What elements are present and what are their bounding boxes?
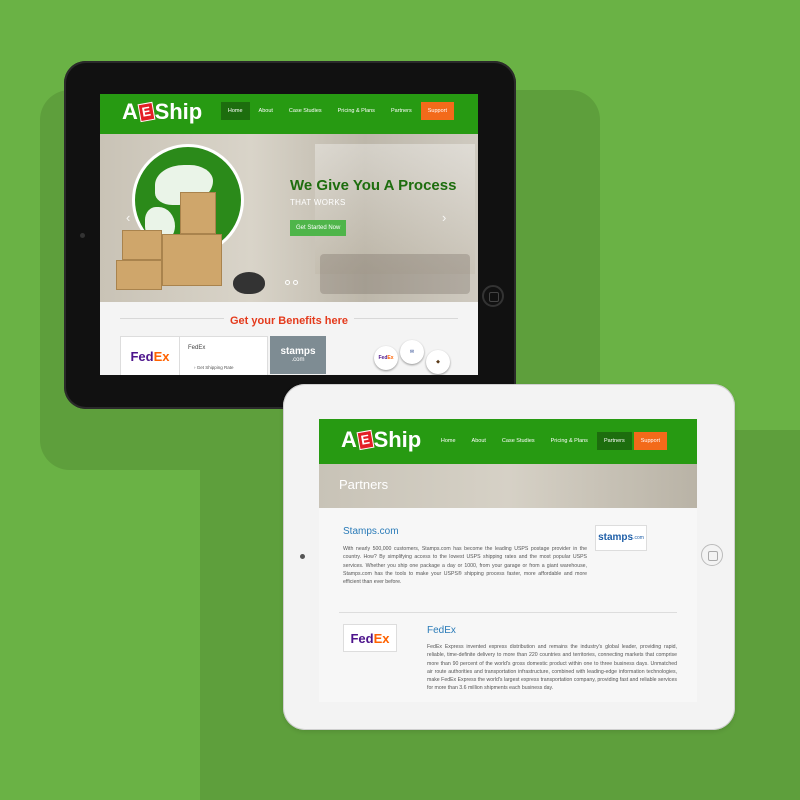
camera-icon: [80, 233, 85, 238]
fedex-logo-fed: Fed: [350, 630, 374, 646]
fedex-logo-ex: Ex: [373, 630, 390, 646]
stamps-logo-text: stamps: [598, 532, 634, 543]
divider: [339, 612, 677, 613]
nav-home[interactable]: Home: [220, 102, 250, 120]
site-header: A E Ship Home About Case Studies Pricing &…: [100, 94, 478, 134]
package-box-icon: [116, 260, 162, 290]
stamps-logo-dotcom: .com: [633, 535, 644, 541]
benefits-section: Get your Benefits here FedEx FedEx › Get…: [100, 302, 478, 375]
home-button-icon: [701, 544, 723, 566]
stamps-logo-dotcom: .com: [291, 356, 305, 363]
logo-letter-a: A: [341, 427, 357, 452]
stamps-logo-text: stamps: [280, 345, 316, 357]
package-box-icon: [162, 234, 222, 286]
tablet-screen-partners: A E Ship Home About Case Studies Pricing &…: [319, 419, 697, 702]
computer-mouse-icon: [233, 272, 265, 294]
tablet-screen-home: A E Ship Home About Case Studies Pricing &…: [100, 94, 478, 375]
fedex-ball-icon: FedEx: [374, 346, 398, 370]
stamps-logo[interactable]: stamps .com: [595, 525, 647, 551]
site-header: A E Ship Home About Case Studies Pricing &…: [319, 419, 697, 464]
camera-icon: [300, 554, 305, 559]
benefits-heading: Get your Benefits here: [100, 311, 478, 329]
hero-title: We Give You A Process: [290, 177, 457, 194]
hero-slider: We Give You A Process THAT WORKS Get Sta…: [100, 134, 478, 302]
ups-ball-icon: ◆: [426, 350, 450, 374]
slider-dot[interactable]: [285, 280, 290, 285]
main-nav: Home About Case Studies Pricing & Plans …: [219, 102, 454, 120]
partner-title-stamps: Stamps.com: [343, 526, 399, 537]
home-button-icon: [482, 285, 504, 307]
slider-dots: [285, 280, 298, 285]
get-started-button[interactable]: Get Started Now: [290, 220, 347, 236]
page-title: Partners: [339, 477, 389, 492]
nav-support-button[interactable]: Support: [420, 102, 454, 120]
hero-subtitle: THAT WORKS: [290, 198, 346, 207]
fedex-logo-card[interactable]: FedEx: [120, 336, 180, 375]
nav-pricing-plans[interactable]: Pricing & Plans: [331, 102, 382, 120]
fedex-info-card: FedEx › Get Shipping Rate: [180, 336, 268, 375]
nav-pricing-plans[interactable]: Pricing & Plans: [544, 432, 595, 450]
nav-about[interactable]: About: [252, 102, 280, 120]
slider-prev-arrow-icon[interactable]: ‹: [126, 210, 130, 225]
partner-title-fedex: FedEx: [427, 625, 456, 636]
nav-partners[interactable]: Partners: [384, 102, 419, 120]
office-desk-image: [320, 254, 470, 294]
fedex-logo[interactable]: FedEx: [343, 624, 397, 652]
stamps-logo-card[interactable]: stamps .com: [270, 336, 326, 374]
logo-letter-e: E: [356, 429, 375, 451]
package-box-icon: [180, 192, 216, 234]
partner-description-fedex: FedEx Express invented express distribut…: [427, 644, 677, 692]
aeship-logo[interactable]: A E Ship: [122, 99, 202, 125]
package-box-icon: [122, 230, 162, 260]
nav-support-button[interactable]: Support: [633, 432, 667, 450]
benefits-heading-text: Get your Benefits here: [224, 315, 354, 327]
nav-case-studies[interactable]: Case Studies: [282, 102, 329, 120]
logo-ship: Ship: [154, 99, 203, 124]
nav-about[interactable]: About: [465, 432, 493, 450]
main-nav: Home About Case Studies Pricing & Plans …: [432, 432, 667, 450]
carrier-balls-image: FedEx ✉ ◆: [370, 340, 460, 375]
carrier-name: FedEx: [188, 345, 206, 351]
logo-letter-a: A: [122, 99, 138, 124]
slider-next-arrow-icon[interactable]: ›: [442, 210, 446, 225]
logo-ship: Ship: [373, 427, 422, 452]
nav-partners[interactable]: Partners: [596, 432, 632, 450]
page-banner: Partners: [319, 464, 697, 508]
nav-home[interactable]: Home: [434, 432, 463, 450]
fedex-logo: FedEx: [130, 348, 170, 364]
partner-description-stamps: With nearly 500,000 customers, Stamps.co…: [343, 546, 587, 586]
usps-ball-icon: ✉: [400, 340, 424, 364]
get-shipping-rate-link[interactable]: › Get Shipping Rate: [194, 365, 234, 370]
slider-dot[interactable]: [293, 280, 298, 285]
nav-case-studies[interactable]: Case Studies: [495, 432, 542, 450]
logo-letter-e: E: [137, 101, 156, 123]
aeship-logo[interactable]: A E Ship: [341, 427, 421, 453]
